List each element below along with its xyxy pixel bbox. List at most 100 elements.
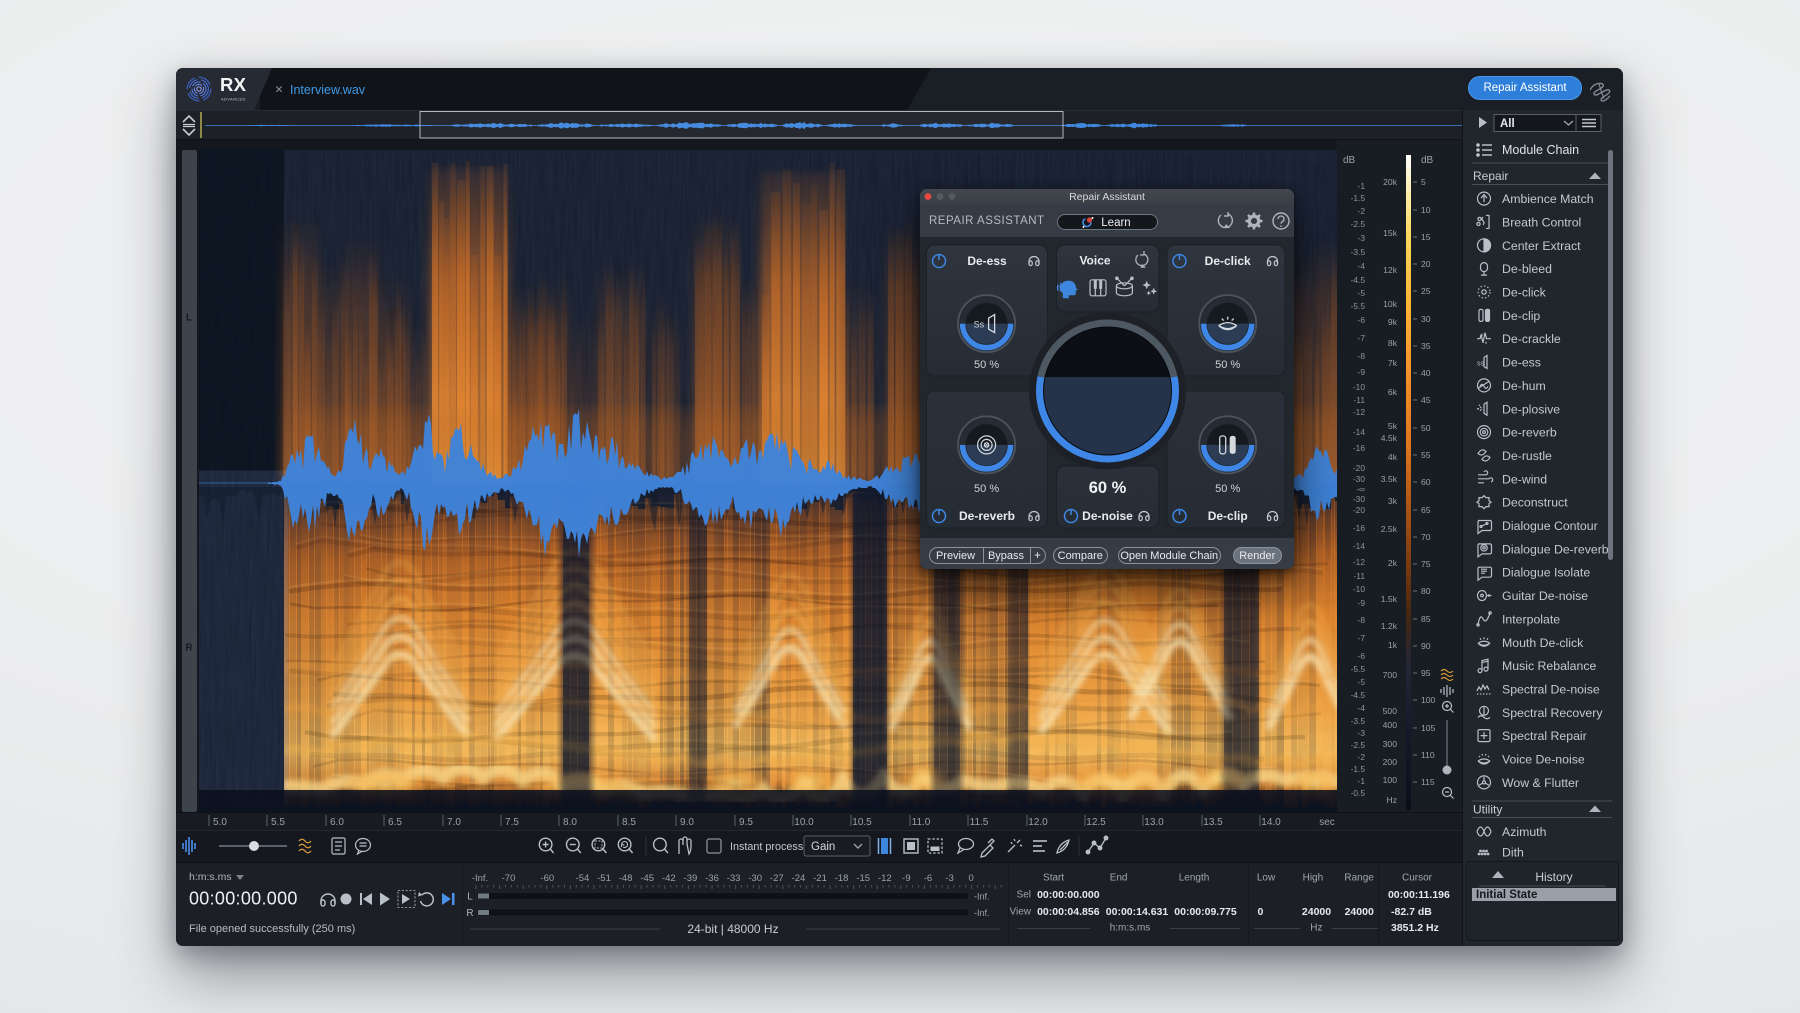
svg-text:Azimuth: Azimuth: [1502, 825, 1547, 839]
svg-text:10k: 10k: [1383, 299, 1398, 309]
svg-text:6.0: 6.0: [330, 817, 344, 828]
svg-text:De-clip: De-clip: [1208, 509, 1248, 523]
svg-text:15: 15: [1421, 232, 1431, 242]
svg-text:-5: -5: [1358, 677, 1366, 687]
svg-text:-14: -14: [1353, 541, 1365, 551]
svg-text:9.5: 9.5: [739, 817, 753, 828]
svg-text:-11: -11: [1354, 395, 1366, 405]
svg-text:6k: 6k: [1388, 387, 1398, 397]
svg-text:Ss: Ss: [974, 320, 985, 330]
svg-text:Module Chain: Module Chain: [1502, 143, 1579, 157]
svg-text:3k: 3k: [1388, 496, 1398, 506]
svg-text:-Inf.: -Inf.: [974, 908, 990, 918]
svg-text:55: 55: [1421, 450, 1431, 460]
svg-text:40: 40: [1421, 368, 1431, 378]
svg-text:-48: -48: [619, 873, 633, 884]
svg-text:-4: -4: [1358, 703, 1366, 713]
svg-text:50 %: 50 %: [1215, 483, 1240, 495]
svg-text:-24: -24: [792, 873, 806, 884]
svg-text:Repair: Repair: [1473, 169, 1508, 183]
svg-text:Breath Control: Breath Control: [1502, 215, 1581, 229]
svg-text:24-bit | 48000 Hz: 24-bit | 48000 Hz: [687, 922, 778, 936]
svg-text:Hz: Hz: [1386, 795, 1397, 805]
svg-text:-70: -70: [502, 873, 516, 884]
svg-text:-2: -2: [1358, 752, 1366, 762]
svg-text:-5.5: -5.5: [1351, 664, 1366, 674]
svg-text:Dialogue De-reverb: Dialogue De-reverb: [1502, 542, 1609, 556]
svg-text:-12: -12: [878, 873, 892, 884]
svg-text:2.5k: 2.5k: [1381, 524, 1398, 534]
svg-text:De-ess: De-ess: [1502, 356, 1541, 370]
svg-text:Interpolate: Interpolate: [1502, 612, 1560, 626]
svg-text:sec: sec: [1319, 817, 1335, 828]
svg-text:-4.5: -4.5: [1351, 275, 1366, 285]
svg-text:30: 30: [1421, 314, 1431, 324]
svg-text:Dialogue Contour: Dialogue Contour: [1502, 519, 1598, 533]
svg-text:Guitar De-noise: Guitar De-noise: [1502, 589, 1588, 603]
svg-text:-33: -33: [727, 873, 741, 884]
svg-text:-16: -16: [1353, 443, 1365, 453]
svg-text:-3.5: -3.5: [1351, 247, 1366, 257]
svg-text:De-rustle: De-rustle: [1502, 449, 1552, 463]
svg-text:-1.5: -1.5: [1351, 764, 1366, 774]
svg-text:De-clip: De-clip: [1502, 309, 1540, 323]
svg-text:12.0: 12.0: [1028, 817, 1048, 828]
svg-text:12k: 12k: [1383, 265, 1398, 275]
svg-text:Instant process: Instant process: [730, 841, 804, 853]
svg-text:20: 20: [1421, 259, 1431, 269]
svg-text:-18: -18: [835, 873, 849, 884]
svg-text:12.5: 12.5: [1086, 817, 1106, 828]
svg-text:1.2k: 1.2k: [1381, 621, 1398, 631]
svg-text:4.5k: 4.5k: [1381, 433, 1398, 443]
svg-text:-Inf.: -Inf.: [472, 873, 488, 884]
svg-text:Mouth De-click: Mouth De-click: [1502, 636, 1584, 650]
svg-text:5k: 5k: [1388, 421, 1398, 431]
svg-text:8.5: 8.5: [622, 817, 636, 828]
svg-text:11.5: 11.5: [970, 817, 989, 828]
svg-text:70: 70: [1421, 532, 1431, 542]
svg-text:-10: -10: [1353, 382, 1365, 392]
svg-text:50 %: 50 %: [1215, 359, 1240, 371]
svg-text:-16: -16: [1353, 523, 1365, 533]
svg-text:-10: -10: [1353, 584, 1365, 594]
svg-text:De-reverb: De-reverb: [959, 509, 1015, 523]
svg-text:-3: -3: [1358, 233, 1366, 243]
svg-text:85: 85: [1421, 614, 1431, 624]
svg-text:De-wind: De-wind: [1502, 472, 1547, 486]
svg-text:Ambience Match: Ambience Match: [1502, 192, 1594, 206]
svg-text:-14: -14: [1353, 427, 1365, 437]
svg-text:10.0: 10.0: [794, 817, 814, 828]
svg-text:700: 700: [1383, 670, 1398, 680]
svg-text:-30: -30: [1353, 474, 1365, 484]
svg-text:-0.5: -0.5: [1351, 788, 1366, 798]
svg-text:5: 5: [1421, 177, 1426, 187]
svg-text:7.0: 7.0: [447, 817, 461, 828]
svg-text:8.0: 8.0: [563, 817, 577, 828]
svg-text:De-plosive: De-plosive: [1502, 402, 1560, 416]
svg-text:-3: -3: [1358, 728, 1366, 738]
svg-text:13.5: 13.5: [1203, 817, 1223, 828]
svg-text:-30: -30: [748, 873, 762, 884]
svg-text:1.5k: 1.5k: [1381, 594, 1398, 604]
svg-text:2k: 2k: [1388, 558, 1398, 568]
svg-text:50 %: 50 %: [974, 483, 999, 495]
svg-text:-6: -6: [1358, 315, 1366, 325]
svg-text:-6: -6: [1358, 651, 1366, 661]
svg-text:-12: -12: [1353, 407, 1365, 417]
svg-text:dB: dB: [1421, 155, 1434, 166]
svg-text:-1: -1: [1358, 776, 1366, 786]
svg-text:25: 25: [1421, 286, 1431, 296]
svg-text:400: 400: [1383, 720, 1398, 730]
svg-text:-20: -20: [1353, 505, 1365, 515]
svg-text:-60: -60: [540, 873, 554, 884]
svg-text:3.5k: 3.5k: [1381, 474, 1398, 484]
svg-text:1k: 1k: [1388, 640, 1398, 650]
svg-text:100: 100: [1421, 695, 1436, 705]
svg-text:-20: -20: [1353, 463, 1365, 473]
svg-text:De-noise: De-noise: [1082, 509, 1133, 523]
svg-text:-3: -3: [945, 873, 953, 884]
svg-text:7k: 7k: [1388, 358, 1398, 368]
svg-text:Dith: Dith: [1502, 846, 1524, 860]
svg-text:4k: 4k: [1388, 452, 1398, 462]
svg-text:Dialogue Isolate: Dialogue Isolate: [1502, 566, 1590, 580]
